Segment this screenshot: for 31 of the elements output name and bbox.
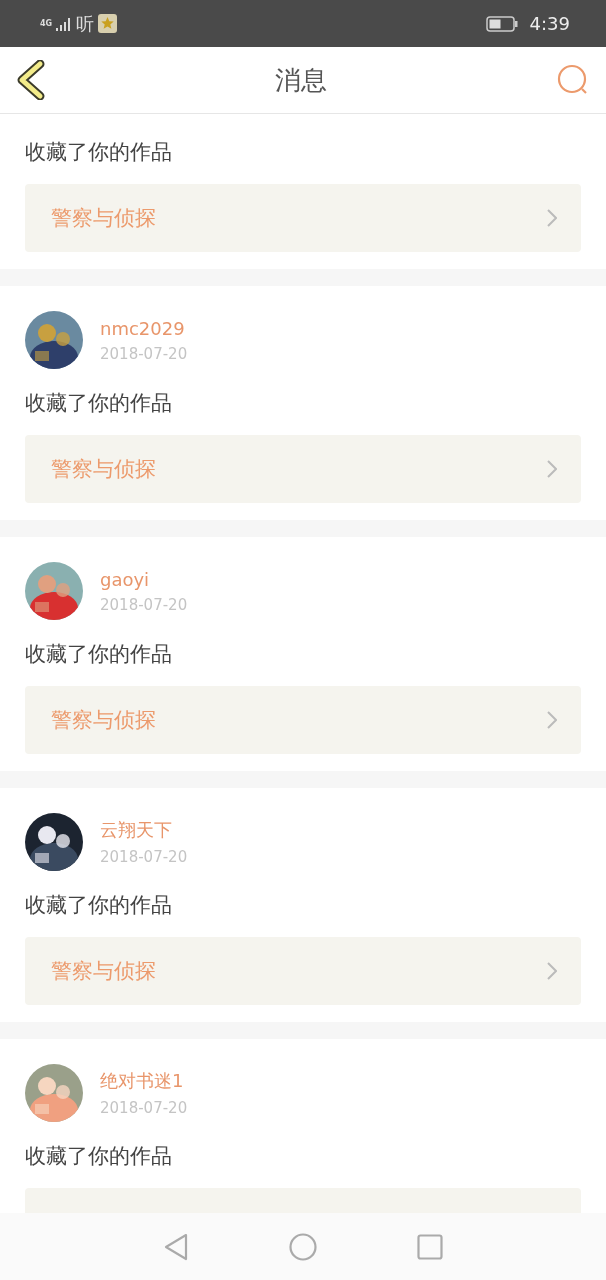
message-text: 收藏了你的作品 [25, 391, 173, 415]
home-circle-icon[interactable] [289, 1232, 317, 1261]
clock-time: 4:39 [529, 13, 570, 34]
work-link[interactable]: 警察与侦探 [25, 184, 581, 252]
user-name[interactable]: 云翔天下 [100, 818, 188, 842]
user-name[interactable]: gaoyi [100, 568, 188, 590]
recents-square-icon[interactable] [417, 1233, 443, 1260]
back-icon[interactable] [16, 60, 46, 100]
user-name[interactable]: 绝对书迷1 [100, 1069, 188, 1093]
chevron-right-icon [547, 460, 557, 478]
back-triangle-icon[interactable] [163, 1232, 189, 1261]
battery-icon [485, 15, 518, 32]
signal-icon [56, 16, 73, 31]
message-date: 2018-07-20 [100, 344, 188, 363]
message-text: 收藏了你的作品 [25, 893, 173, 917]
message-date: 2018-07-20 [100, 595, 188, 614]
app-glyph: 听 [76, 11, 95, 36]
message-text: 收藏了你的作品 [25, 140, 173, 164]
work-link[interactable]: 警察与侦探 [25, 686, 581, 754]
work-link[interactable]: 警察与侦探 [25, 937, 581, 1005]
chevron-right-icon [547, 962, 557, 980]
message-date: 2018-07-20 [100, 848, 188, 866]
work-link[interactable]: 警察与侦探 [25, 435, 581, 503]
chevron-right-icon [547, 209, 557, 227]
message-text: 收藏了你的作品 [25, 642, 173, 666]
message-date: 2018-07-20 [100, 1099, 188, 1117]
chevron-right-icon [547, 711, 557, 729]
page-title: 消息 [275, 63, 327, 97]
message-text: 收藏了你的作品 [25, 1144, 173, 1168]
network-label: 4G [40, 19, 53, 28]
user-name[interactable]: nmc2029 [100, 317, 188, 339]
